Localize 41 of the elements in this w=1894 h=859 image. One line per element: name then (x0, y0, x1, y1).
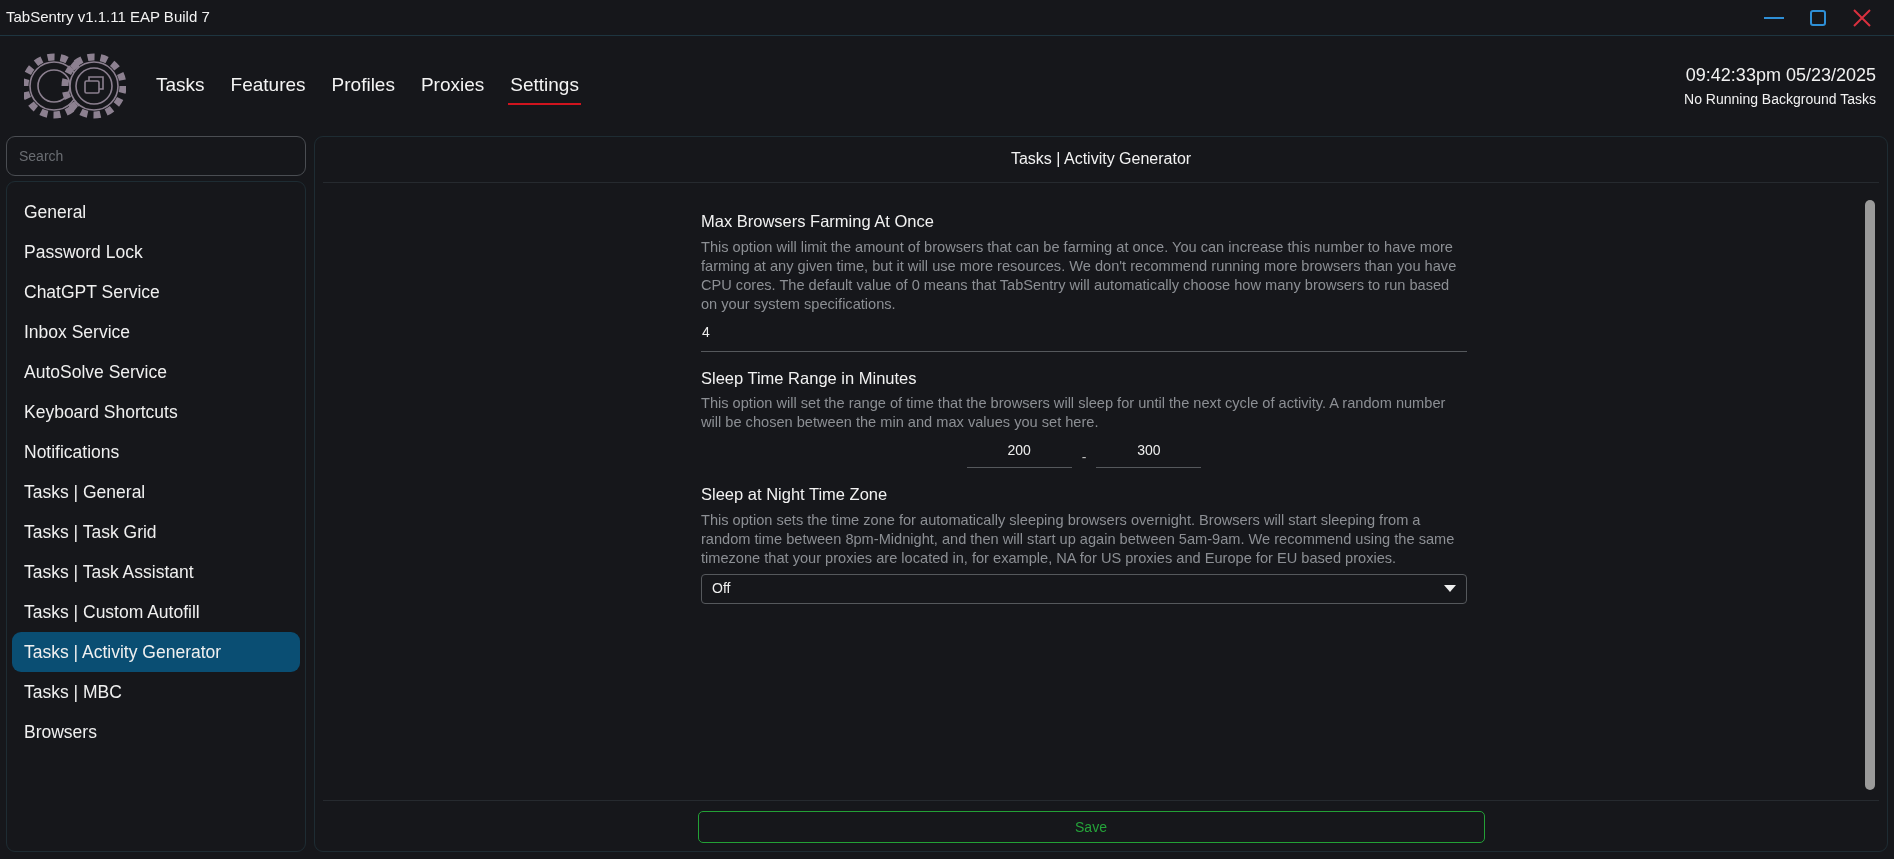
save-button[interactable]: Save (697, 811, 1485, 843)
setting-title: Max Browsers Farming At Once (701, 211, 935, 232)
select-value: Off (712, 579, 731, 599)
setting-description: This option will limit the amount of browsers that can be farming at once. You can increase this number to have more farming at any given time, but it will use more resources. We don't recommend running more browsers than you have CPU cores. The default value of 0 means that TabSentry will automatically choose how many browsers to run based on your system specifications. (701, 237, 1458, 314)
nav-tab[interactable]: Settings (508, 66, 581, 106)
background-tasks-status: No Running Background Tasks (1684, 90, 1876, 109)
close-icon[interactable] (1853, 8, 1871, 27)
clock-text: 09:42:33pm 05/23/2025 (1684, 64, 1876, 87)
sidebar-item[interactable]: Inbox Service (12, 312, 300, 352)
setting-title: Sleep Time Range in Minutes (701, 367, 918, 389)
sidebar-item[interactable]: Tasks | Custom Autofill (12, 592, 300, 632)
sidebar-item[interactable]: General (12, 192, 300, 232)
nav-tab[interactable]: Proxies (418, 66, 487, 106)
sidebar-item[interactable]: ChatGPT Service (12, 272, 300, 312)
panel-title: Tasks | Activity Generator (1009, 149, 1193, 169)
search-field[interactable]: Search (6, 136, 306, 176)
sidebar-item[interactable]: Notifications (12, 432, 300, 472)
maximize-icon[interactable] (1810, 9, 1826, 26)
nav-tab[interactable]: Tasks (154, 66, 207, 106)
sidebar-item[interactable]: Keyboard Shortcuts (12, 392, 300, 432)
range-separator: - (1080, 448, 1088, 468)
setting-description: This option sets the time zone for automatically sleeping browsers overnight. Browsers will start sleeping from a random time between 8pm-Midnight, and then will start up again between 5am-9am. We recommend using the same timezone that your proxies are located in, for example, NA for US proxies and Europe for EU based proxies. (701, 511, 1456, 568)
scrollbar-thumb[interactable] (1865, 200, 1875, 790)
sidebar-item[interactable]: Tasks | General (12, 472, 300, 512)
timezone-select[interactable]: Off (701, 573, 1467, 604)
setting-description: This option will set the range of time that the browsers will sleep for until the next cycle of activity. A random number will be chosen between the min and max values you set here. (701, 394, 1447, 433)
sidebar-item[interactable]: Password Lock (12, 232, 300, 272)
number-field[interactable]: 4 (701, 315, 1467, 352)
nav-tab[interactable]: Profiles (329, 66, 397, 106)
sidebar-item[interactable]: Tasks | Activity Generator (12, 632, 300, 672)
sidebar-item[interactable]: Browsers (12, 712, 300, 752)
sidebar-item[interactable]: Tasks | MBC (12, 672, 300, 712)
sidebar-item[interactable]: Tasks | Task Grid (12, 512, 300, 552)
setting-title: Sleep at Night Time Zone (701, 484, 889, 506)
sidebar-item[interactable]: Tasks | Task Assistant (12, 552, 300, 592)
caret-icon (1444, 585, 1456, 593)
max-field[interactable]: 300 (1096, 432, 1202, 469)
min-field[interactable]: 200 (966, 432, 1072, 469)
window-title: TabSentry v1.1.11 EAP Build 7 (6, 7, 210, 28)
nav-tab[interactable]: Features (228, 66, 308, 106)
sidebar-item[interactable]: AutoSolve Service (12, 352, 300, 392)
